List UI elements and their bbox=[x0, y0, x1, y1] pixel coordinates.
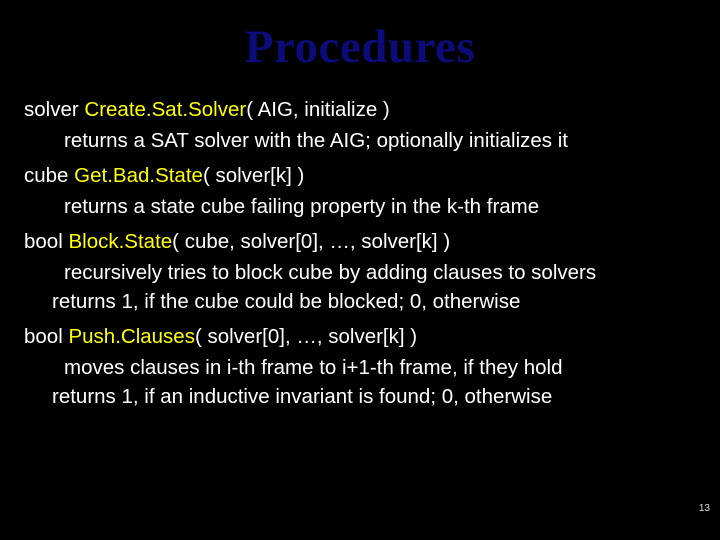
proc-description: returns a SAT solver with the AIG; optio… bbox=[24, 127, 696, 154]
sig-suffix: ( solver[k] ) bbox=[203, 164, 304, 187]
proc-item: bool Push.Clauses( solver[0], …, solver[… bbox=[24, 323, 696, 410]
sig-suffix: ( solver[0], …, solver[k] ) bbox=[195, 325, 417, 348]
slide-title: Procedures bbox=[24, 20, 696, 74]
proc-item: bool Block.State( cube, solver[0], …, so… bbox=[24, 228, 696, 315]
proc-function-name: Push.Clauses bbox=[68, 325, 194, 348]
proc-description: returns a state cube failing property in… bbox=[24, 193, 696, 220]
proc-signature: bool Push.Clauses( solver[0], …, solver[… bbox=[24, 323, 696, 350]
proc-signature: solver Create.Sat.Solver( AIG, initializ… bbox=[24, 96, 696, 123]
proc-function-name: Block.State bbox=[68, 230, 172, 253]
slide: Procedures solver Create.Sat.Solver( AIG… bbox=[0, 0, 720, 540]
proc-description: returns 1, if the cube could be blocked;… bbox=[24, 288, 696, 315]
proc-description: moves clauses in i-th frame to i+1-th fr… bbox=[24, 354, 696, 381]
sig-prefix: solver bbox=[24, 98, 84, 121]
proc-signature: cube Get.Bad.State( solver[k] ) bbox=[24, 162, 696, 189]
proc-description: returns 1, if an inductive invariant is … bbox=[24, 383, 696, 410]
sig-prefix: cube bbox=[24, 164, 74, 187]
sig-suffix: ( AIG, initialize ) bbox=[246, 98, 390, 121]
proc-function-name: Get.Bad.State bbox=[74, 164, 203, 187]
proc-item: solver Create.Sat.Solver( AIG, initializ… bbox=[24, 96, 696, 154]
proc-signature: bool Block.State( cube, solver[0], …, so… bbox=[24, 228, 696, 255]
proc-description: recursively tries to block cube by addin… bbox=[64, 259, 696, 286]
proc-item: cube Get.Bad.State( solver[k] ) returns … bbox=[24, 162, 696, 220]
sig-prefix: bool bbox=[24, 230, 68, 253]
sig-prefix: bool bbox=[24, 325, 68, 348]
proc-function-name: Create.Sat.Solver bbox=[84, 98, 246, 121]
sig-suffix: ( cube, solver[0], …, solver[k] ) bbox=[172, 230, 450, 253]
page-number: 13 bbox=[699, 503, 710, 514]
